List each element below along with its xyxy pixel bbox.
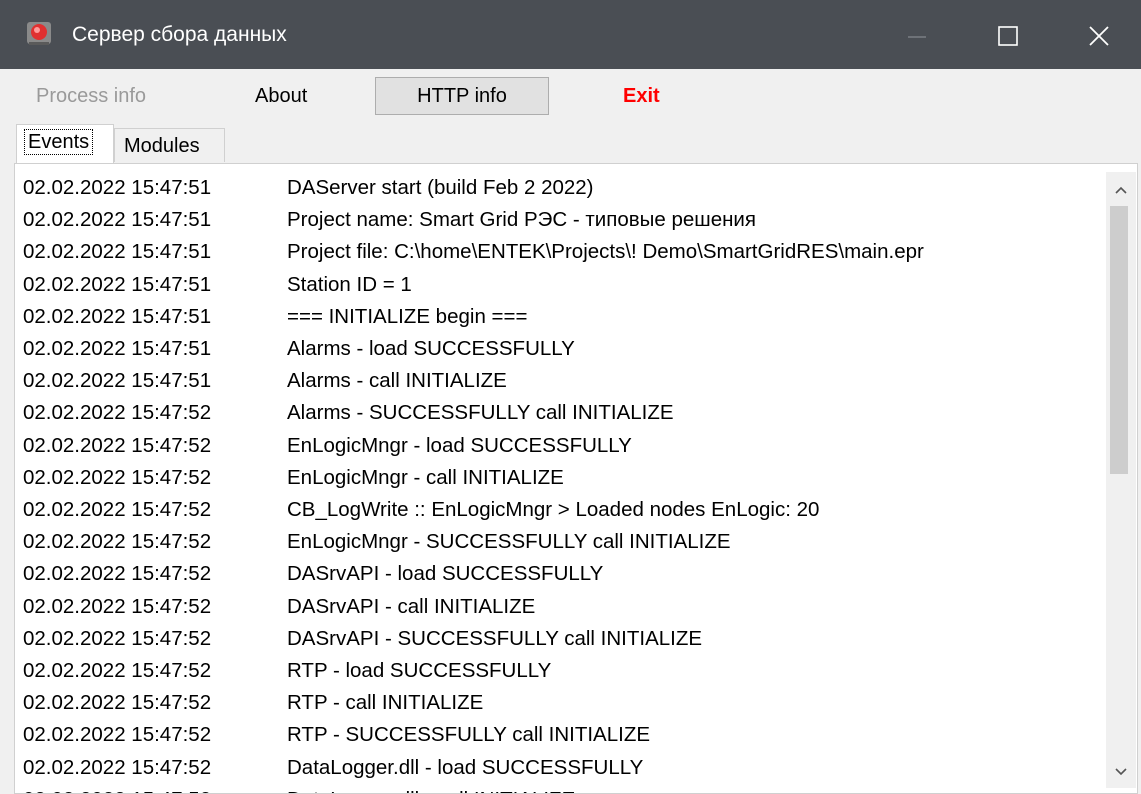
log-time: 02.02.2022 15:47:52 — [23, 691, 212, 715]
log-message: Project file: C:\home\ENTEK\Projects\! D… — [287, 240, 924, 264]
log-time: 02.02.2022 15:47:52 — [23, 626, 212, 650]
server-app-icon — [27, 22, 51, 45]
log-row: 02.02.2022 15:47:52 DASrvAPI - call INITI… — [23, 591, 535, 623]
log-row: 02.02.2022 15:47:52 DataLogger.dll - load… — [23, 752, 643, 784]
log-time: 02.02.2022 15:47:52 — [23, 594, 212, 618]
log-row: 02.02.2022 15:47:52 DASrvAPI - SUCCESSFUL… — [23, 623, 702, 655]
log-message: Alarms - call INITIALIZE — [287, 369, 507, 393]
log-row: 02.02.2022 15:47:51 Alarms - call INITIAL… — [23, 365, 507, 397]
events-panel: 02.02.2022 15:47:51 DAServer start (build… — [14, 163, 1138, 794]
tab-events[interactable]: Events — [16, 124, 114, 163]
process-info-menu-item[interactable]: Process info — [36, 79, 146, 113]
log-row: 02.02.2022 15:47:52 DASrvAPI - load SUCCE… — [23, 558, 603, 590]
log-time: 02.02.2022 15:47:52 — [23, 433, 212, 457]
log-row: 02.02.2022 15:47:52 RTP - call INITIALIZE — [23, 687, 483, 719]
log-message: === INITIALIZE begin === — [287, 304, 528, 328]
log-time: 02.02.2022 15:47:51 — [23, 208, 212, 232]
tab-modules-label: Modules — [124, 135, 200, 157]
maximize-icon — [998, 26, 1018, 46]
log-time: 02.02.2022 15:47:52 — [23, 659, 212, 682]
scroll-down-button[interactable] — [1106, 756, 1136, 788]
log-row: 02.02.2022 15:47:52 RTP - load SUCCESSFUL… — [23, 655, 551, 687]
log-time: 02.02.2022 15:47:52 — [23, 562, 212, 586]
exit-menu-item[interactable]: Exit — [623, 79, 660, 113]
log-row: 02.02.2022 15:47:52 EnLogicMngr - SUCCESS… — [23, 526, 731, 558]
log-message: Station ID = 1 — [287, 272, 412, 296]
scrollbar-thumb[interactable] — [1110, 206, 1128, 474]
log-time: 02.02.2022 15:47:51 — [23, 272, 212, 296]
log-time: 02.02.2022 15:47:52 — [23, 465, 212, 489]
log-message: Alarms - SUCCESSFULLY call INITIALIZE — [287, 401, 674, 425]
log-message: EnLogicMngr - load SUCCESSFULLY — [287, 433, 632, 457]
log-row: 02.02.2022 15:47:52 RTP - SUCCESSFULLY ca… — [23, 719, 650, 751]
log-message: RTP - load SUCCESSFULLY — [287, 659, 552, 682]
title-bar[interactable]: Сервер сбора данных — [0, 0, 1141, 69]
scroll-up-button[interactable] — [1106, 172, 1136, 204]
log-row: 02.02.2022 15:47:52 EnLogicMngr - load SU… — [23, 430, 632, 462]
window-title: Сервер сбора данных — [72, 23, 287, 46]
chevron-down-icon — [1115, 768, 1127, 776]
log-row: 02.02.2022 15:47:52 CB_LogWrite :: EnLogi… — [23, 494, 819, 526]
maximize-button[interactable] — [960, 0, 1048, 69]
minimize-icon — [908, 36, 926, 38]
log-time: 02.02.2022 15:47:52 — [23, 723, 212, 747]
http-info-button[interactable]: HTTP info — [375, 77, 549, 115]
log-message: Project name: Smart Grid РЭС - типовые р… — [287, 208, 756, 232]
event-log-list[interactable]: 02.02.2022 15:47:51 DAServer start (build… — [15, 164, 1103, 793]
log-message: EnLogicMngr - call INITIALIZE — [287, 465, 564, 489]
log-message: DataLogger.dll - load SUCCESSFULLY — [287, 755, 644, 779]
tab-events-label: Events — [24, 129, 94, 155]
tab-strip: Modules Events — [14, 121, 414, 165]
log-row: 02.02.2022 15:47:51 Alarms - load SUCCESS… — [23, 333, 575, 365]
log-message: EnLogicMngr - SUCCESSFULLY call INITIALI… — [287, 530, 731, 554]
log-row: 02.02.2022 15:47:51 DAServer start (build… — [23, 172, 594, 204]
log-time: 02.02.2022 15:47:52 — [23, 530, 212, 554]
log-message: DAServer start (build Feb 2 2022) — [287, 176, 594, 199]
log-row: 02.02.2022 15:47:51 Project file: C:\home… — [23, 236, 924, 268]
close-icon — [1089, 26, 1109, 46]
tab-modules[interactable]: Modules — [114, 128, 225, 162]
log-row: 02.02.2022 15:47:51 === INITIALIZE begin … — [23, 301, 527, 333]
log-message: CB_LogWrite :: EnLogicMngr > Loaded node… — [287, 498, 820, 521]
log-time: 02.02.2022 15:47:51 — [23, 369, 212, 393]
log-message: DASrvAPI - call INITIALIZE — [287, 594, 536, 618]
menu-bar: Process info About HTTP info Exit — [0, 69, 1141, 121]
chevron-up-icon — [1115, 186, 1127, 194]
log-time: 02.02.2022 15:47:51 — [23, 337, 212, 360]
log-row: 02.02.2022 15:47:52DataLogger.dll - call… — [23, 784, 575, 793]
log-time: 02.02.2022 15:47:51 — [23, 304, 212, 328]
log-message: Alarms - load SUCCESSFULLY — [287, 337, 575, 360]
log-time: 02.02.2022 15:47:52 — [23, 498, 212, 521]
log-time: 02.02.2022 15:47:51 — [23, 176, 212, 199]
log-message: DASrvAPI - SUCCESSFULLY call INITIALIZE — [287, 626, 703, 650]
log-message: DASrvAPI - load SUCCESSFULLY — [287, 562, 604, 586]
log-row: 02.02.2022 15:47:51 Project name: Smart G… — [23, 204, 756, 236]
log-time: 02.02.2022 15:47:52 — [23, 784, 287, 793]
vertical-scrollbar[interactable] — [1106, 172, 1136, 788]
about-menu-item[interactable]: About — [255, 79, 307, 113]
log-message: DataLogger.dll - call INITIALIZE — [287, 788, 575, 793]
log-message: RTP - SUCCESSFULLY call INITIALIZE — [287, 723, 651, 747]
log-row: 02.02.2022 15:47:52 EnLogicMngr - call IN… — [23, 462, 564, 494]
close-button[interactable] — [1053, 0, 1141, 69]
log-time: 02.02.2022 15:47:51 — [23, 240, 212, 264]
log-message: RTP - call INITIALIZE — [287, 691, 484, 715]
log-row: 02.02.2022 15:47:52 Alarms - SUCCESSFULLY… — [23, 397, 674, 429]
log-time: 02.02.2022 15:47:52 — [23, 755, 212, 779]
log-row: 02.02.2022 15:47:51 Station ID = 1 — [23, 269, 412, 301]
minimize-button[interactable] — [872, 0, 960, 69]
log-time: 02.02.2022 15:47:52 — [23, 401, 212, 425]
